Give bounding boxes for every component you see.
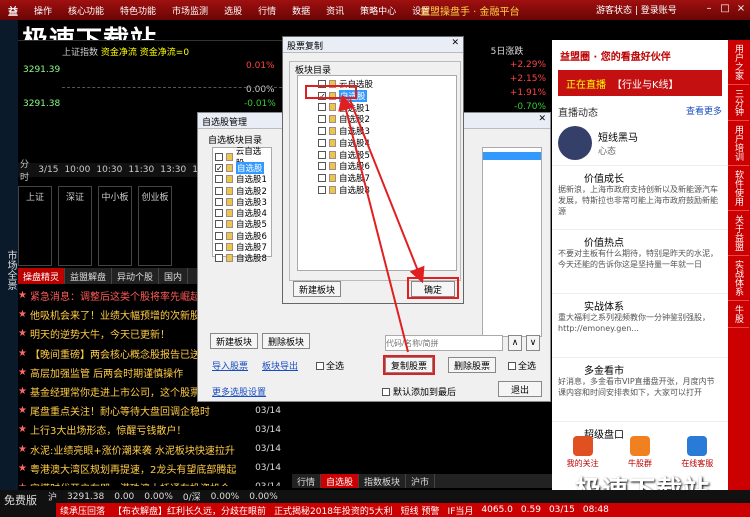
scroll-news-ticker: 续承压回落 【布衣解盘】红利长久远，分歧在眼前 正式揭秘2018年投资的5大利 短线 … (56, 503, 750, 517)
ticker-value: 沪 (48, 493, 58, 503)
ticker-value: 0/深 (182, 493, 201, 503)
ticker-news[interactable]: 0.59 (521, 505, 541, 515)
annotation-arrows (338, 94, 425, 353)
bottom-tab[interactable]: 沪市 (406, 474, 436, 488)
ticker-value: 0.00 (114, 491, 135, 502)
free-version-label: 免费版 (4, 494, 37, 507)
ticker-news[interactable]: 【布衣解盘】红利长久远，分歧在眼前 (113, 504, 266, 517)
index-ticker: 沪 3291.38 0.00 0.00% 0/深 0.00% 0.00% (18, 490, 750, 504)
bottom-tab[interactable]: 自选股 (321, 474, 360, 488)
arrow-copy-to-block (338, 94, 409, 353)
ticker-value: 0.00% (249, 491, 278, 502)
bottom-tabs: 行情 自选股 指数板块 沪市 (292, 474, 552, 488)
ticker-news[interactable]: 续承压回落 (60, 504, 105, 517)
ticker-news[interactable]: 4065.0 (481, 505, 513, 515)
ticker-value: 3291.38 (67, 491, 105, 502)
ticker-news[interactable]: 短线 预警 (401, 504, 440, 517)
bottom-tab[interactable]: 行情 (292, 474, 322, 488)
ticker-news[interactable]: IF当月 (448, 504, 474, 517)
ticker-value: 0.00% (144, 491, 173, 502)
bottom-tab[interactable]: 指数板块 (359, 474, 407, 488)
ticker-news[interactable]: 08:48 (583, 505, 609, 515)
ticker-news[interactable]: 03/15 (549, 505, 575, 515)
arrow-block-to-confirm (349, 99, 425, 284)
ticker-value: 0.00% (210, 491, 240, 502)
ticker-news[interactable]: 正式揭秘2018年投资的5大利 (274, 504, 393, 517)
